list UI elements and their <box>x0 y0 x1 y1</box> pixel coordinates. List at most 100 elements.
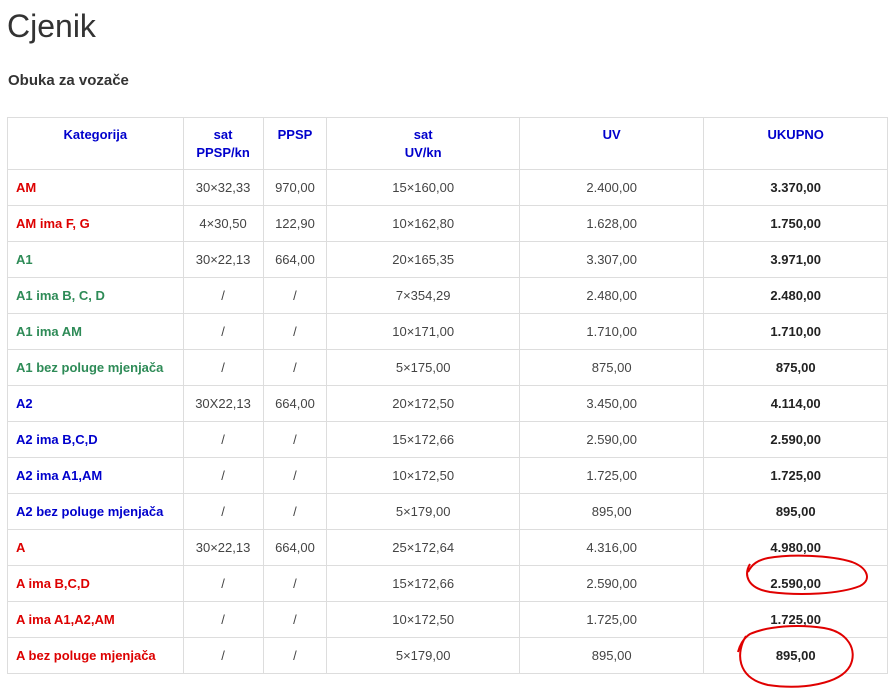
cell-kategorija: A2 bez poluge mjenjača <box>7 493 184 530</box>
cell-sat-uv: 15×160,00 <box>326 169 520 206</box>
header-sat-uv-line2: UV/kn <box>404 145 442 160</box>
cell-sat-uv: 20×172,50 <box>326 385 520 422</box>
cell-uv: 895,00 <box>518 637 705 674</box>
cell-uv: 1.725,00 <box>518 457 705 494</box>
table-row: A2 bez poluge mjenjača //5×179,00 895,00 89… <box>7 493 888 530</box>
cell-ukupno: 1.725,00 <box>703 457 888 494</box>
cell-sat-uv: 10×171,00 <box>326 313 520 350</box>
table-row: A2 30X22,13 664,00 20×172,50 3.450,00 4.114,0… <box>7 385 888 422</box>
header-kategorija: Kategorija <box>7 117 184 170</box>
cell-sat-uv: 10×162,80 <box>326 205 520 242</box>
cell-ppsp: / <box>262 421 328 458</box>
cell-kategorija: A1 ima AM <box>7 313 184 350</box>
cell-sat-ppsp: / <box>182 349 264 386</box>
cell-ppsp: / <box>262 313 328 350</box>
cell-ukupno: 895,00 <box>703 637 888 674</box>
cell-kategorija: A2 ima B,C,D <box>7 421 184 458</box>
cell-sat-ppsp: / <box>182 601 264 638</box>
cell-ppsp: 122,90 <box>262 205 328 242</box>
page: Cjenik Obuka za vozače Kategorija sat PP… <box>0 0 888 690</box>
cell-uv: 2.590,00 <box>518 421 705 458</box>
header-sat-ppsp-line1: sat <box>213 127 233 142</box>
cell-sat-ppsp: / <box>182 313 264 350</box>
cell-uv: 875,00 <box>518 349 705 386</box>
table-row: A ima B,C,D //15×172,66 2.590,00 2.590,00 <box>7 565 888 602</box>
cell-uv: 2.400,00 <box>518 169 705 206</box>
cell-kategorija: A ima A1,A2,AM <box>7 601 184 638</box>
cell-ppsp: / <box>262 637 328 674</box>
cell-kategorija: AM ima F, G <box>7 205 184 242</box>
cell-ppsp: 664,00 <box>262 241 328 278</box>
cell-sat-uv: 15×172,66 <box>326 565 520 602</box>
header-ppsp: PPSP <box>262 117 328 170</box>
cell-sat-ppsp: / <box>182 457 264 494</box>
cell-ukupno: 895,00 <box>703 493 888 530</box>
cell-kategorija: A1 <box>7 241 184 278</box>
cell-sat-uv: 10×172,50 <box>326 457 520 494</box>
cell-uv: 2.590,00 <box>518 565 705 602</box>
cell-kategorija: A2 ima A1,AM <box>7 457 184 494</box>
header-sat-ppsp-line2: PPSP/kn <box>196 145 250 160</box>
cell-ukupno: 2.480,00 <box>703 277 888 314</box>
cell-ppsp: 970,00 <box>262 169 328 206</box>
table-row: A2 ima B,C,D //15×172,66 2.590,00 2.590,00 <box>7 421 888 458</box>
cell-sat-uv: 5×175,00 <box>326 349 520 386</box>
cell-kategorija: A1 bez poluge mjenjača <box>7 349 184 386</box>
cell-ppsp: / <box>262 565 328 602</box>
cell-ukupno: 4.980,00 <box>703 529 888 566</box>
cell-ppsp: / <box>262 493 328 530</box>
section-title: Obuka za vozače <box>8 72 129 89</box>
cell-sat-ppsp: / <box>182 565 264 602</box>
header-uv: UV <box>518 117 705 170</box>
cell-sat-uv: 15×172,66 <box>326 421 520 458</box>
cell-ukupno: 1.710,00 <box>703 313 888 350</box>
cell-sat-uv: 25×172,64 <box>326 529 520 566</box>
table-row: A ima A1,A2,AM //10×172,50 1.725,00 1.725,0… <box>7 601 888 638</box>
cell-ukupno: 3.370,00 <box>703 169 888 206</box>
cell-ppsp: / <box>262 601 328 638</box>
cell-ukupno: 2.590,00 <box>703 421 888 458</box>
cell-ppsp: / <box>262 349 328 386</box>
cell-uv: 1.710,00 <box>518 313 705 350</box>
table-row: A bez poluge mjenjača //5×179,00 895,00 895… <box>7 637 888 674</box>
cell-sat-ppsp: 30X22,13 <box>182 385 264 422</box>
cell-sat-uv: 20×165,35 <box>326 241 520 278</box>
header-ukupno: UKUPNO <box>703 117 888 170</box>
cell-ukupno: 1.750,00 <box>703 205 888 242</box>
cell-ppsp: / <box>262 277 328 314</box>
cell-uv: 3.307,00 <box>518 241 705 278</box>
table-row: AM 30×32,33 970,00 15×160,00 2.400,00 3.370,0… <box>7 169 888 206</box>
cell-uv: 1.725,00 <box>518 601 705 638</box>
table-header-row: Kategorija sat PPSP/kn PPSP sat UV/kn UV… <box>7 117 888 170</box>
cell-uv: 2.480,00 <box>518 277 705 314</box>
cell-sat-ppsp: 30×22,13 <box>182 241 264 278</box>
table-row: A 30×22,13 664,00 25×172,64 4.316,00 4.980,00 <box>7 529 888 566</box>
cell-sat-ppsp: / <box>182 421 264 458</box>
cell-uv: 1.628,00 <box>518 205 705 242</box>
cell-sat-uv: 5×179,00 <box>326 493 520 530</box>
table-row: A1 bez poluge mjenjača //5×175,00 875,00 87… <box>7 349 888 386</box>
table-row: A1 30×22,13 664,00 20×165,35 3.307,00 3.971,0… <box>7 241 888 278</box>
cell-sat-uv: 5×179,00 <box>326 637 520 674</box>
cell-uv: 4.316,00 <box>518 529 705 566</box>
cell-ukupno: 875,00 <box>703 349 888 386</box>
cell-ppsp: / <box>262 457 328 494</box>
cell-kategorija: AM <box>7 169 184 206</box>
cell-sat-ppsp: 4×30,50 <box>182 205 264 242</box>
cell-kategorija: A ima B,C,D <box>7 565 184 602</box>
cell-sat-ppsp: / <box>182 277 264 314</box>
page-title: Cjenik <box>7 8 96 44</box>
header-sat-uv: sat UV/kn <box>326 117 520 170</box>
cell-sat-ppsp: / <box>182 493 264 530</box>
price-table: Kategorija sat PPSP/kn PPSP sat UV/kn UV… <box>7 117 888 674</box>
cell-sat-uv: 7×354,29 <box>326 277 520 314</box>
cell-sat-uv: 10×172,50 <box>326 601 520 638</box>
cell-kategorija: A1 ima B, C, D <box>7 277 184 314</box>
cell-kategorija: A <box>7 529 184 566</box>
cell-ukupno: 2.590,00 <box>703 565 888 602</box>
table-row: AM ima F, G 4×30,50 122,90 10×162,80 1.628,0… <box>7 205 888 242</box>
table-row: A1 ima AM //10×171,00 1.710,00 1.710,00 <box>7 313 888 350</box>
header-sat-ppsp: sat PPSP/kn <box>182 117 264 170</box>
cell-sat-ppsp: 30×32,33 <box>182 169 264 206</box>
cell-ukupno: 4.114,00 <box>703 385 888 422</box>
